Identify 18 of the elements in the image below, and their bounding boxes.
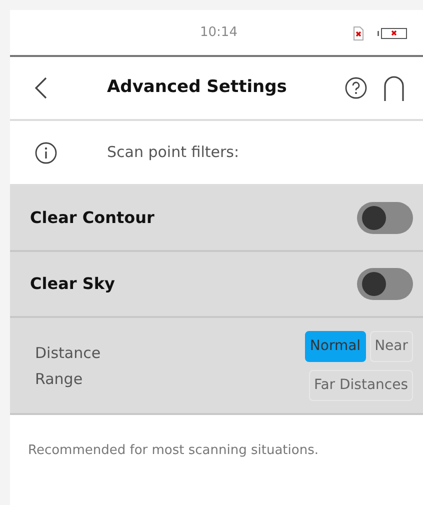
home-icon[interactable] [384, 76, 404, 102]
help-icon[interactable] [345, 77, 367, 99]
sim-card-icon [353, 26, 364, 41]
filter-label: Clear Contour [30, 207, 154, 229]
status-time: 10:14 [200, 24, 238, 42]
distance-option[interactable]: Far Distances [308, 370, 413, 400]
description-text: Recommended for most scanning situations. [28, 442, 320, 460]
toggle-switch[interactable] [357, 202, 413, 234]
distance-option[interactable]: Normal [304, 330, 366, 362]
info-icon[interactable] [35, 142, 57, 164]
distance-range-label: Distance Range [35, 342, 102, 390]
distance-option[interactable]: Near [370, 330, 413, 362]
back-icon[interactable] [35, 77, 47, 99]
battery-icon [377, 28, 407, 39]
toggle-switch[interactable] [357, 268, 413, 300]
filter-label: Clear Sky [30, 273, 115, 295]
info-text: Scan point filters: [107, 142, 240, 164]
page-title: Advanced Settings [107, 76, 287, 100]
